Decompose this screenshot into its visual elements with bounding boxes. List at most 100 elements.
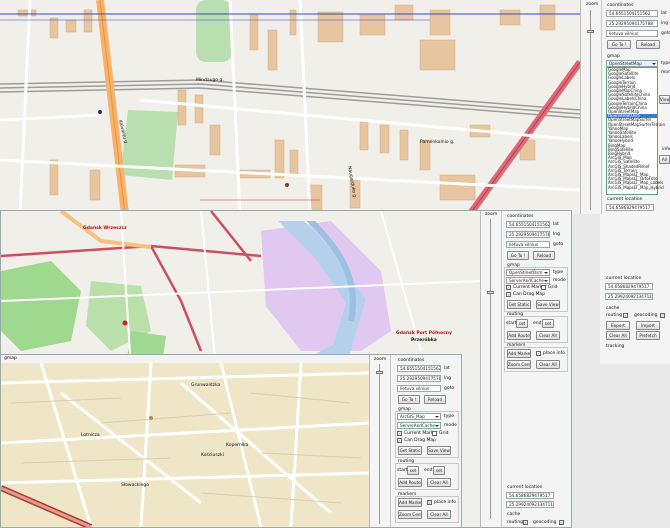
end-label: end	[533, 321, 542, 326]
view-button[interactable]: View	[659, 95, 670, 104]
get-static-button[interactable]: Get Static	[507, 300, 531, 309]
set-end-button[interactable]: set	[542, 319, 554, 328]
import-button[interactable]: Import	[636, 321, 660, 330]
clear-routes-button[interactable]: Clear All	[427, 478, 451, 487]
latitude-field[interactable]: 54.6551504151562	[397, 365, 441, 372]
zoom-label: zoom	[485, 212, 498, 217]
current-lat-field[interactable]: 54.6586829479517	[605, 283, 653, 290]
goto-button[interactable]: Go To !	[507, 251, 529, 260]
current-lng-field[interactable]: 25.29924092134711	[506, 501, 554, 508]
longitude-field[interactable]: 25.29295094175788	[506, 231, 550, 238]
mode-label: mode	[444, 423, 457, 428]
grid-checkbox[interactable]	[432, 431, 437, 436]
save-view-button[interactable]: Save View	[536, 300, 560, 309]
current-location-label: current location	[607, 197, 643, 202]
get-static-button[interactable]: Get Static	[398, 446, 422, 455]
add-marker-button[interactable]: Add Marker	[507, 349, 531, 358]
current-marker-checkbox[interactable]: ✓	[397, 431, 402, 436]
map-label: Mindaugo g.	[196, 78, 224, 83]
provider-option[interactable]: ArcGIS_MapsLT_Map_Hybrid	[607, 185, 664, 190]
current-lat-field[interactable]: 54.6586829479517	[506, 492, 554, 499]
can-drag-checkbox[interactable]: ✓	[397, 438, 402, 443]
current-location-label: current location	[606, 276, 642, 281]
map-type-select[interactable]: ArcGIS_Map	[397, 413, 441, 420]
start-label: start	[397, 468, 408, 473]
map-type-select[interactable]: OpenStreetMap	[606, 60, 658, 67]
current-marker-checkbox[interactable]: ✓	[506, 285, 511, 290]
all-button[interactable]: All	[659, 155, 670, 164]
map-tiles-3	[1, 363, 369, 527]
place-info-checkbox[interactable]: ✓	[427, 500, 432, 505]
geocoding-checkbox-label: geocoding	[533, 520, 557, 525]
geocoding-checkbox[interactable]: ✓	[559, 520, 564, 525]
clear-routes-button[interactable]: Clear All	[536, 331, 560, 340]
map-provider-dropdown[interactable]: GoogleMap GoogleSatellite GoogleLabels Goog…	[606, 67, 665, 195]
map-type-select[interactable]: OpenStreetOsm	[506, 269, 550, 276]
goto-label: goto	[661, 31, 670, 36]
save-view-button[interactable]: Save View	[427, 446, 451, 455]
routing-checkbox[interactable]: ✓	[623, 313, 628, 318]
longitude-field[interactable]: 25.29295094175788	[606, 20, 658, 27]
window-title: gmap	[4, 356, 17, 361]
place-info-label: place info	[543, 351, 565, 356]
routing-checkbox[interactable]: ✓	[523, 520, 528, 525]
latitude-field[interactable]: 54.6551504151562	[506, 221, 550, 228]
info-label: info	[662, 147, 670, 152]
prefetch-button[interactable]: Prefetch	[636, 331, 660, 340]
clear-markers-button[interactable]: Clear All	[427, 510, 451, 519]
routing-checkbox-label: routing	[507, 520, 524, 525]
set-start-button[interactable]: set	[516, 319, 528, 328]
zoom-slider[interactable]	[376, 371, 383, 374]
goto-field[interactable]: lietuva vilnius	[397, 385, 441, 392]
map-view-3[interactable]: Grunwaldzka Kościuszki Kopernika Lotnicz…	[1, 363, 369, 527]
set-start-button[interactable]: set	[407, 466, 419, 475]
reload-button[interactable]: Reload	[636, 40, 660, 49]
reload-button[interactable]: Reload	[424, 395, 446, 404]
longitude-field[interactable]: 25.29295094175788	[397, 375, 441, 382]
clear-all-cache-button[interactable]: Clear All	[606, 331, 630, 340]
start-label: start	[506, 321, 517, 326]
current-lng-field[interactable]: 25.29924092134711	[605, 293, 653, 300]
zoom-label: zoom	[586, 2, 599, 7]
map-label: Gdańsk Wrzeszcz	[83, 226, 127, 231]
place-info-label: place info	[434, 500, 456, 505]
goto-field[interactable]: lietuva vilnius	[506, 241, 550, 248]
goto-field[interactable]: lietuva vilnius	[606, 30, 658, 37]
zoom-center-button[interactable]: Zoom Center	[398, 510, 422, 519]
latitude-field[interactable]: 54.6551504151562	[606, 10, 658, 17]
reload-button[interactable]: Reload	[533, 251, 555, 260]
map-label: Słowackiego	[121, 483, 150, 488]
goto-label: goto	[553, 242, 564, 247]
grid-checkbox[interactable]	[541, 285, 546, 290]
lat-label: lat	[444, 366, 450, 371]
map-label: Kościuszki	[201, 453, 224, 458]
control-panel-1-lower: current location 54.6586829479517 25.299…	[600, 214, 670, 364]
zoom-center-button[interactable]: Zoom Center	[507, 360, 531, 369]
geocoding-checkbox-label: geocoding	[634, 313, 658, 318]
type-label: type	[444, 414, 455, 419]
add-marker-button[interactable]: Add Marker	[398, 498, 422, 507]
clear-markers-button[interactable]: Clear All	[536, 360, 560, 369]
add-route-button[interactable]: Add Route	[398, 478, 422, 487]
tracking-label: tracking	[606, 344, 625, 349]
lat-label: lat	[661, 11, 667, 16]
cache-label: cache	[606, 306, 620, 311]
mode-select[interactable]: ServerAndCache	[506, 277, 550, 284]
zoom-slider[interactable]	[587, 30, 594, 33]
mode-select[interactable]: ServerAndCache	[397, 422, 441, 429]
geocoding-checkbox[interactable]: ✓	[660, 313, 665, 318]
map-label: Przeróbka	[411, 338, 437, 343]
lng-label: lng	[444, 376, 451, 381]
goto-button[interactable]: Go To !	[398, 395, 420, 404]
place-info-checkbox[interactable]: ✓	[536, 351, 541, 356]
can-drag-checkbox[interactable]: ✓	[506, 292, 511, 297]
export-button[interactable]: Export	[606, 321, 630, 330]
current-lat-field[interactable]: 54.6586829479517	[606, 204, 654, 211]
set-end-button[interactable]: set	[433, 466, 445, 475]
lng-label: lng	[553, 232, 560, 237]
add-route-button[interactable]: Add Route	[507, 331, 531, 340]
goto-button[interactable]: Go To !	[607, 40, 631, 49]
mode-label: mode	[553, 278, 566, 283]
zoom-slider[interactable]	[487, 291, 494, 294]
map-view-1[interactable]: Mindaugo g. Pamėnkalnio g. Kalvarijų g. …	[0, 0, 580, 214]
